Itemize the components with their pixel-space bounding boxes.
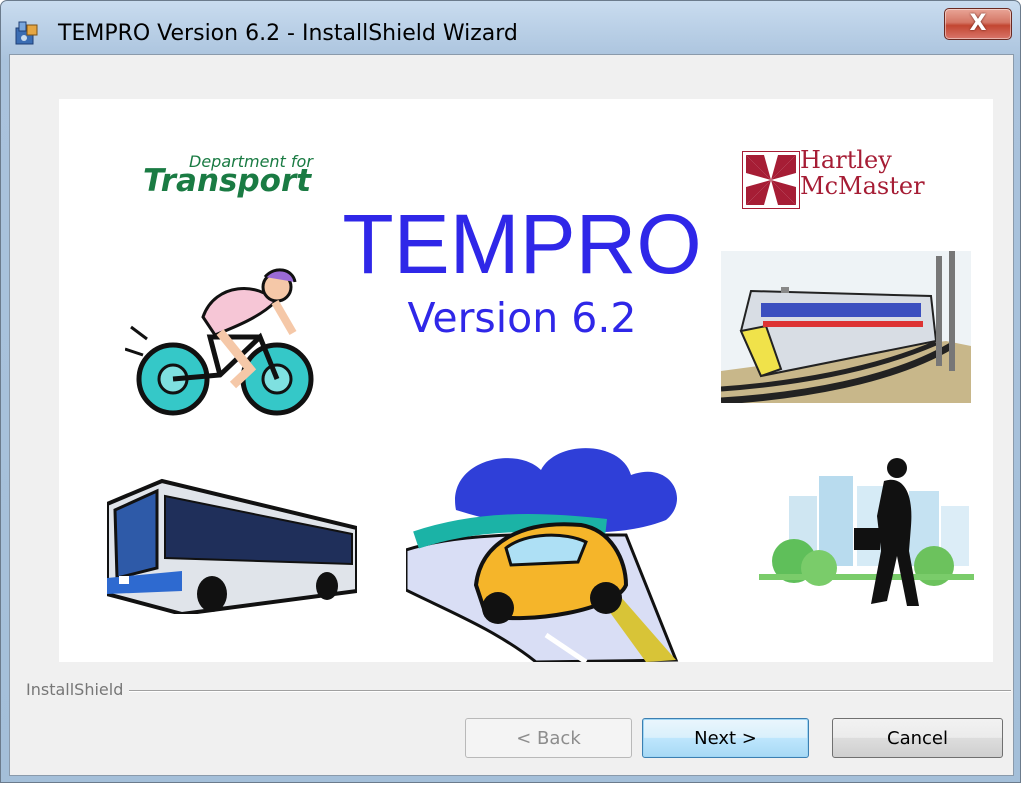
window-title: TEMPRO Version 6.2 - InstallShield Wizar… [58, 21, 518, 46]
hm-line1: Hartley [800, 146, 892, 174]
next-button[interactable]: Next > [642, 718, 809, 758]
back-button[interactable]: < Back [465, 718, 632, 758]
product-title: TEMPRO [342, 197, 702, 291]
close-button[interactable]: X [944, 8, 1012, 40]
product-version: Version 6.2 [407, 294, 637, 342]
dft-logo-line2: Transport [143, 163, 312, 199]
cancel-button[interactable]: Cancel [832, 718, 1003, 758]
installshield-brand-label: InstallShield [26, 680, 130, 699]
businessman-clipart [759, 458, 974, 606]
cyclist-clipart [125, 268, 314, 416]
bus-clipart [107, 478, 357, 614]
close-icon: X [969, 11, 987, 36]
train-clipart [721, 251, 971, 403]
hartley-mcmaster-wordmark: Hartley McMaster [800, 147, 925, 199]
car-clipart [406, 448, 679, 662]
hm-line2: McMaster [800, 172, 925, 200]
wizard-client-area: Department for Transport Hartley McMaste… [9, 54, 1014, 776]
splash-banner: Department for Transport Hartley McMaste… [59, 99, 993, 662]
separator-line [26, 690, 1011, 692]
installer-app-icon [15, 21, 38, 45]
hartley-mcmaster-logo [742, 151, 800, 209]
title-bar[interactable]: TEMPRO Version 6.2 - InstallShield Wizar… [1, 1, 1020, 51]
installer-window: TEMPRO Version 6.2 - InstallShield Wizar… [0, 0, 1021, 783]
